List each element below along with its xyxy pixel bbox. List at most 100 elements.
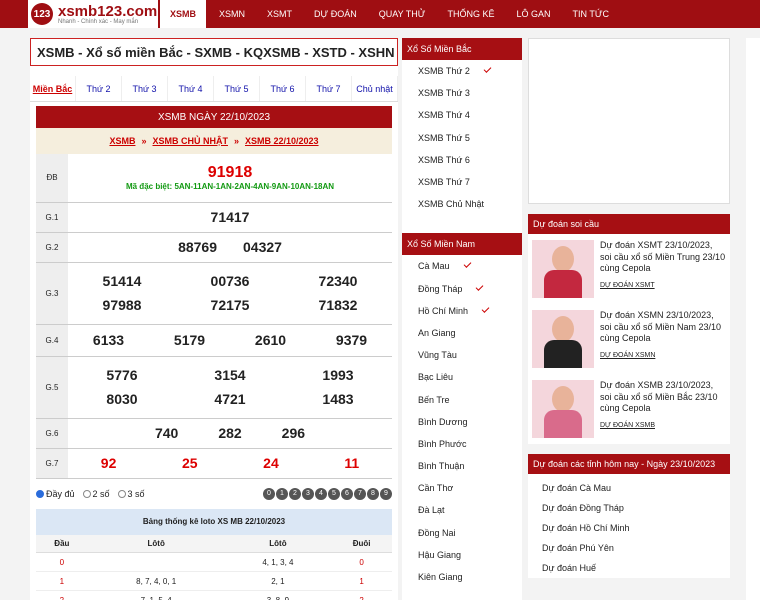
- sidebar-item[interactable]: An Giang: [402, 322, 522, 344]
- digit-ball[interactable]: 0: [263, 487, 275, 500]
- province-link[interactable]: Dự đoán Đồng Tháp: [528, 498, 730, 518]
- table-row: 0 4, 1, 3, 40: [36, 552, 392, 572]
- prize-number: 71417: [210, 209, 250, 225]
- sidebar-item[interactable]: Vũng Tàu: [402, 344, 522, 366]
- tab-thu-2[interactable]: Thứ 2: [76, 76, 122, 101]
- page-title: XSMB - Xổ số miền Bắc - SXMB - KQXSMB - …: [30, 38, 398, 66]
- sidebar-item[interactable]: XSMB Chủ Nhật: [402, 193, 522, 215]
- province-link[interactable]: Dự đoán Cà Mau: [528, 478, 730, 498]
- tab-thu-5[interactable]: Thứ 5: [214, 76, 260, 101]
- post-thumbnail[interactable]: [532, 380, 594, 438]
- sidebar-item[interactable]: Bạc Liêu: [402, 366, 522, 388]
- nav-du-doan[interactable]: DỰ ĐOÁN: [303, 0, 368, 28]
- option-3-digits[interactable]: 3 số: [117, 489, 145, 499]
- sidebar-item[interactable]: Đồng Nai: [402, 522, 522, 544]
- nav-xsmt[interactable]: XSMT: [256, 0, 303, 28]
- main-menu: XSMB XSMN XSMT DỰ ĐOÁN QUAY THỬ THỐNG KÊ…: [158, 0, 620, 28]
- prize-number: 97988: [102, 297, 142, 313]
- post-title[interactable]: Dự đoán XSMB 23/10/2023, soi cầu xổ số M…: [600, 380, 718, 413]
- day-tabs: Miền Bắc Thứ 2 Thứ 3 Thứ 4 Thứ 5 Thứ 6 T…: [30, 76, 398, 102]
- logo-brand: xsmb123.com: [58, 2, 158, 20]
- post-tag[interactable]: DỰ ĐOÁN XSMT: [600, 281, 726, 290]
- breadcrumb-separator: »: [141, 136, 147, 146]
- sidebar-item[interactable]: Cà Mau: [402, 255, 522, 277]
- prize-label: G.7: [36, 448, 68, 479]
- tab-thu-3[interactable]: Thứ 3: [122, 76, 168, 101]
- prediction-post[interactable]: Dự đoán XSMT 23/10/2023, soi cầu xổ số M…: [528, 234, 730, 304]
- prize-number: 740: [154, 425, 179, 441]
- digit-ball[interactable]: 3: [302, 487, 314, 500]
- breadcrumb-date[interactable]: XSMB 22/10/2023: [245, 136, 319, 146]
- nav-tin-tuc[interactable]: TIN TỨC: [561, 0, 620, 28]
- nav-xsmb[interactable]: XSMB: [160, 0, 207, 28]
- breadcrumb-xsmb[interactable]: XSMB: [109, 136, 135, 146]
- page: 123 xsmb123.com Nhanh - Chính xác - May …: [0, 0, 760, 600]
- prediction-post[interactable]: Dự đoán XSMN 23/10/2023, soi cầu xổ số M…: [528, 304, 730, 374]
- tab-thu-4[interactable]: Thứ 4: [168, 76, 214, 101]
- sidebar-item[interactable]: Đồng Tháp: [402, 278, 522, 300]
- sidebar-item[interactable]: XSMB Thứ 6: [402, 149, 522, 171]
- prize-number: 6133: [92, 332, 125, 348]
- sidebar-item[interactable]: XSMB Thứ 4: [402, 104, 522, 126]
- sidebar-item[interactable]: XSMB Thứ 5: [402, 127, 522, 149]
- prediction-box: Dự đoán soi cầu Dự đoán XSMT 23/10/2023,…: [528, 214, 730, 444]
- province-link[interactable]: Dự đoán Huế: [528, 558, 730, 578]
- sidebar-item[interactable]: Hồ Chí Minh: [402, 300, 522, 322]
- col-header: Đầu: [36, 534, 88, 553]
- digit-ball[interactable]: 6: [341, 487, 353, 500]
- result-header: XSMB NGÀY 22/10/2023: [36, 106, 392, 128]
- digit-ball[interactable]: 9: [380, 487, 392, 500]
- prize-number: 9379: [335, 332, 368, 348]
- post-thumbnail[interactable]: [532, 240, 594, 298]
- sidebar-item[interactable]: Bình Phước: [402, 433, 522, 455]
- province-link[interactable]: Dự đoán Phú Yên: [528, 538, 730, 558]
- digit-ball[interactable]: 7: [354, 487, 366, 500]
- province-link[interactable]: Dự đoán Hồ Chí Minh: [528, 518, 730, 538]
- digit-ball[interactable]: 1: [276, 487, 288, 500]
- sidebar-item[interactable]: Bình Dương: [402, 411, 522, 433]
- nav-lo-gan[interactable]: LÔ GAN: [505, 0, 561, 28]
- post-tag[interactable]: DỰ ĐOÁN XSMN: [600, 351, 726, 360]
- sidebar-item[interactable]: XSMB Thứ 3: [402, 82, 522, 104]
- tab-thu-7[interactable]: Thứ 7: [306, 76, 352, 101]
- digit-ball[interactable]: 8: [367, 487, 379, 500]
- nav-xsmn[interactable]: XSMN: [208, 0, 256, 28]
- sidebar-item[interactable]: XSMB Thứ 7: [402, 171, 522, 193]
- site-logo[interactable]: 123 xsmb123.com Nhanh - Chính xác - May …: [28, 0, 158, 28]
- prize-label: G.5: [36, 356, 68, 419]
- prize-number: 4721: [214, 391, 246, 407]
- sidebar-item[interactable]: Cần Thơ: [402, 477, 522, 499]
- sidebar-item[interactable]: Đà Lạt: [402, 499, 522, 521]
- sidebar-item[interactable]: Bình Thuận: [402, 455, 522, 477]
- logo-icon: 123: [31, 3, 53, 25]
- digit-ball[interactable]: 2: [289, 487, 301, 500]
- post-title[interactable]: Dự đoán XSMT 23/10/2023, soi cầu xổ số M…: [600, 240, 725, 273]
- post-tag[interactable]: DỰ ĐOÁN XSMB: [600, 421, 726, 430]
- nav-thong-ke[interactable]: THỐNG KÊ: [436, 0, 505, 28]
- option-full[interactable]: Đầy đủ: [36, 489, 75, 499]
- table-row: 1 8, 7, 4, 0, 1 2, 11: [36, 571, 392, 591]
- sidebar-item[interactable]: Bến Tre: [402, 388, 522, 410]
- sidebar-item[interactable]: XSMB Thứ 2: [402, 60, 522, 82]
- section-header-mien-nam: Xổ Số Miền Nam: [402, 233, 522, 256]
- prediction-post[interactable]: Dự đoán XSMB 23/10/2023, soi cầu xổ số M…: [528, 374, 730, 444]
- tab-chu-nhat[interactable]: Chủ nhật: [352, 76, 398, 101]
- table-row: 2 7, 1, 5, 4 3, 8, 92: [36, 590, 392, 600]
- digit-ball[interactable]: 5: [328, 487, 340, 500]
- option-2-digits[interactable]: 2 số: [82, 489, 110, 499]
- nav-quay-thu[interactable]: QUAY THỬ: [368, 0, 437, 28]
- prize-number: 1483: [322, 391, 354, 407]
- tab-mien-bac[interactable]: Miền Bắc: [30, 76, 76, 101]
- top-nav: 123 xsmb123.com Nhanh - Chính xác - May …: [0, 0, 760, 28]
- post-title[interactable]: Dự đoán XSMN 23/10/2023, soi cầu xổ số M…: [600, 310, 721, 343]
- post-thumbnail[interactable]: [532, 310, 594, 368]
- prize-number: 72340: [318, 273, 358, 289]
- sidebar-item[interactable]: Kiên Giang: [402, 566, 522, 588]
- breadcrumb-chu-nhat[interactable]: XSMB CHỦ NHẬT: [152, 136, 228, 146]
- digit-ball[interactable]: 4: [315, 487, 327, 500]
- col-header: Lôtô: [224, 534, 332, 553]
- ad-slot: [528, 38, 730, 204]
- loto-stats-table: Đầu Lôtô Lôtô Đuôi 0 4, 1, 3, 40 1 8, 7, 4, 0…: [36, 534, 392, 600]
- tab-thu-6[interactable]: Thứ 6: [260, 76, 306, 101]
- sidebar-item[interactable]: Hậu Giang: [402, 544, 522, 566]
